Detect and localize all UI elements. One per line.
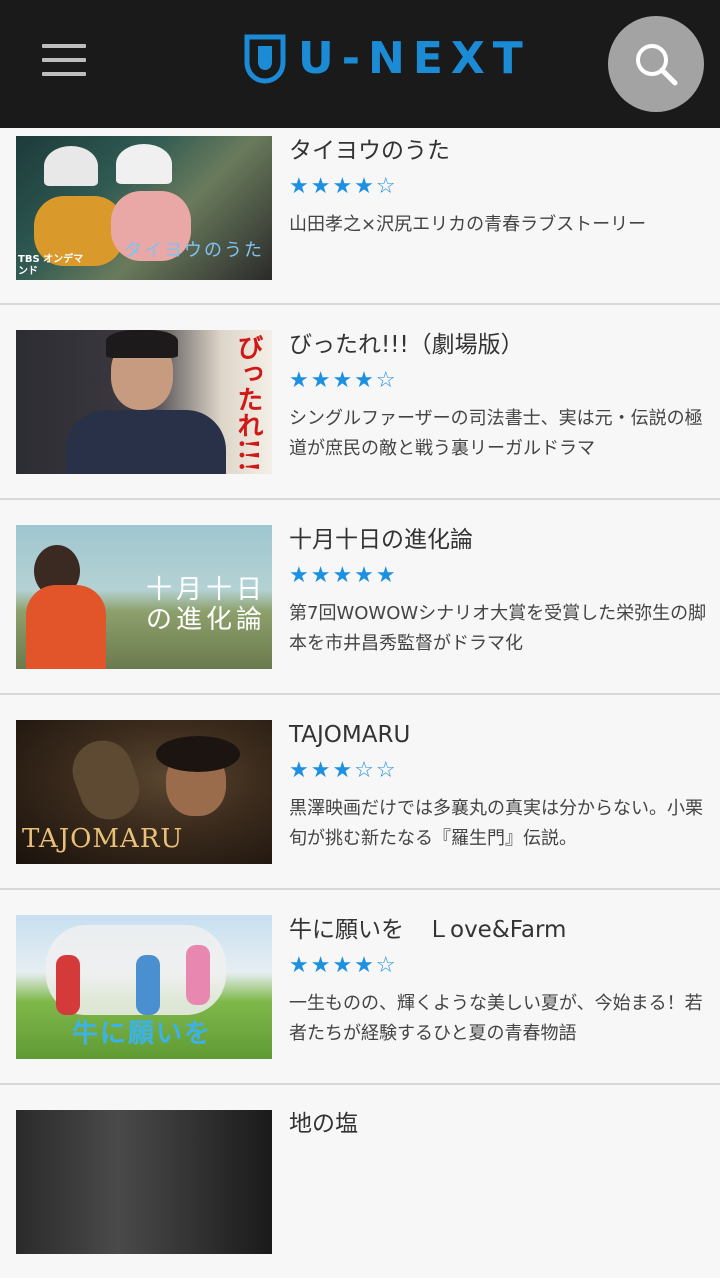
content-list: タイヨウのうた TBS オンデマンド タイヨウのうた ★★★★☆ 山田孝之×沢尻…: [0, 128, 720, 1278]
item-title: びったれ!!!（劇場版）: [289, 332, 524, 358]
star-rating: ★★★★★: [289, 563, 398, 588]
thumbnail-taiyou[interactable]: タイヨウのうた TBS オンデマンド: [16, 136, 272, 280]
thumbnail-caption: 牛に願いを: [72, 1019, 213, 1049]
thumbnail-caption: TAJOMARU: [22, 824, 184, 854]
menu-button[interactable]: [42, 44, 86, 76]
star-rating: ★★★★☆: [289, 953, 398, 978]
search-icon: [636, 44, 678, 86]
shield-icon: [244, 34, 286, 84]
thumbnail-caption-2: の進化論: [146, 605, 267, 635]
item-title: 牛に願いを Ｌove&Farm: [289, 917, 567, 943]
star-rating: ★★★★☆: [289, 174, 398, 199]
list-item[interactable]: タイヨウのうた TBS オンデマンド タイヨウのうた ★★★★☆ 山田孝之×沢尻…: [0, 128, 720, 305]
thumbnail-caption: タイヨウのうた: [124, 240, 264, 261]
star-rating: ★★★★☆: [289, 368, 398, 393]
list-item[interactable]: 地の塩: [0, 1085, 720, 1278]
list-item[interactable]: 牛に願いを 牛に願いを Ｌove&Farm ★★★★☆ 一生ものの、輝くような美…: [0, 890, 720, 1085]
hamburger-icon-bar: [42, 72, 86, 76]
app-header: U-NEXT: [0, 0, 720, 128]
thumbnail-chi-no-shio[interactable]: [16, 1110, 272, 1254]
tbs-badge: TBS オンデマンド: [18, 254, 84, 277]
list-item[interactable]: TAJOMARU TAJOMARU ★★★☆☆ 黒澤映画だけでは多襄丸の真実は分…: [0, 695, 720, 890]
thumbnail-bittare[interactable]: びったれ!!!: [16, 330, 272, 474]
list-item[interactable]: びったれ!!! びったれ!!!（劇場版） ★★★★☆ シングルファーザーの司法書…: [0, 305, 720, 500]
thumbnail-caption: びったれ!!!: [233, 334, 263, 473]
star-rating: ★★★☆☆: [289, 758, 398, 783]
thumbnail-totsukitooka[interactable]: 十月十日 の進化論: [16, 525, 272, 669]
item-description: 第7回WOWOWシナリオ大賞を受賞した栄弥生の脚本を市井昌秀監督がドラマ化: [289, 603, 707, 654]
item-description: 黒澤映画だけでは多襄丸の真実は分からない。小栗旬が挑む新たなる『羅生門』伝説。: [289, 798, 703, 849]
item-description: 山田孝之×沢尻エリカの青春ラブストーリー: [289, 214, 647, 235]
item-title: 地の塩: [289, 1111, 358, 1137]
item-description: 一生ものの、輝くような美しい夏が、今始まる！若者たちが経験するひと夏の青春物語: [289, 993, 703, 1044]
hamburger-icon-bar: [42, 58, 86, 62]
list-item[interactable]: 十月十日 の進化論 十月十日の進化論 ★★★★★ 第7回WOWOWシナリオ大賞を…: [0, 500, 720, 695]
logo-text: U-NEXT: [298, 33, 531, 84]
item-title: 十月十日の進化論: [289, 527, 473, 553]
item-title: タイヨウのうた: [289, 138, 450, 164]
search-button[interactable]: [608, 16, 704, 112]
thumbnail-ushi-ni-negai-wo[interactable]: 牛に願いを: [16, 915, 272, 1059]
hamburger-icon: [42, 44, 86, 48]
item-description: シングルファーザーの司法書士、実は元・伝説の極道が庶民の敵と戦う裏リーガルドラマ: [289, 408, 703, 459]
u-next-logo[interactable]: U-NEXT: [244, 32, 531, 86]
item-title: TAJOMARU: [289, 722, 411, 748]
thumbnail-tajomaru[interactable]: TAJOMARU: [16, 720, 272, 864]
